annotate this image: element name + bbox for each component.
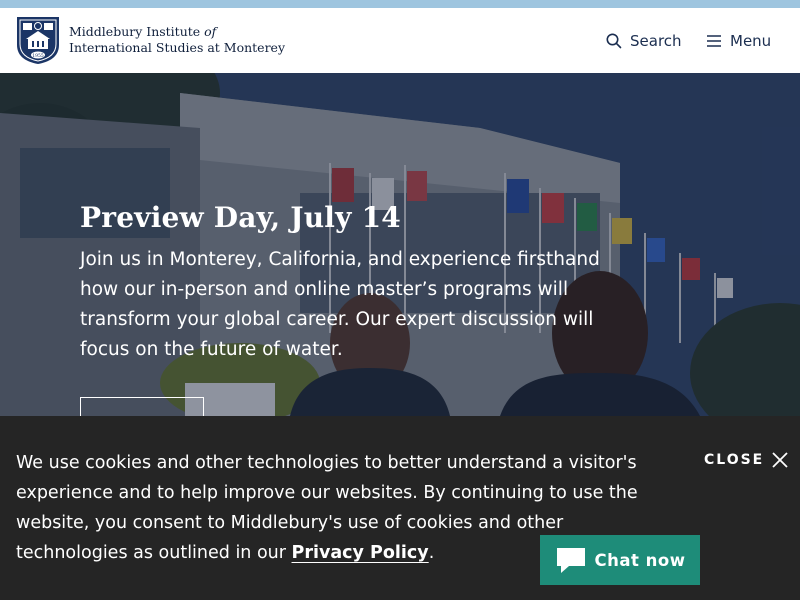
logo-line-1-text: Middlebury Institute (69, 24, 205, 39)
logo-wordmark: Middlebury Institute of International St… (69, 24, 285, 56)
site-logo[interactable]: 1955 Middlebury Institute of Internation… (15, 15, 285, 65)
search-button[interactable]: Search (606, 8, 682, 73)
close-label: CLOSE (704, 452, 765, 468)
hamburger-icon (707, 34, 721, 47)
seal-year: 1955 (32, 53, 44, 59)
privacy-policy-link[interactable]: Privacy Policy (292, 543, 429, 563)
chat-label: Chat now (594, 550, 686, 570)
search-icon (606, 33, 622, 48)
logo-line-2: International Studies at Monterey (69, 40, 286, 55)
hero-banner: Preview Day, July 14 Join us in Monterey… (0, 73, 800, 416)
logo-line-1: Middlebury Institute of (69, 24, 285, 40)
hero-cta-button[interactable] (80, 397, 204, 416)
hero-description: Join us in Monterey, California, and exp… (80, 249, 600, 360)
logo-line-1-italic: of (204, 24, 217, 39)
search-label: Search (630, 31, 682, 50)
cookie-message-end: . (428, 543, 435, 563)
top-accent-strip (0, 0, 800, 8)
menu-label: Menu (730, 31, 772, 50)
site-header: 1955 Middlebury Institute of Internation… (0, 8, 800, 73)
institute-seal-icon: 1955 (17, 17, 59, 64)
close-icon (772, 452, 788, 468)
menu-button[interactable]: Menu (706, 8, 771, 73)
hero-title: Preview Day, July 14 (80, 201, 401, 234)
cookie-close-button[interactable]: CLOSE (704, 450, 790, 470)
chat-now-button[interactable]: Chat now (540, 535, 700, 585)
chat-bubble-icon (556, 548, 585, 573)
